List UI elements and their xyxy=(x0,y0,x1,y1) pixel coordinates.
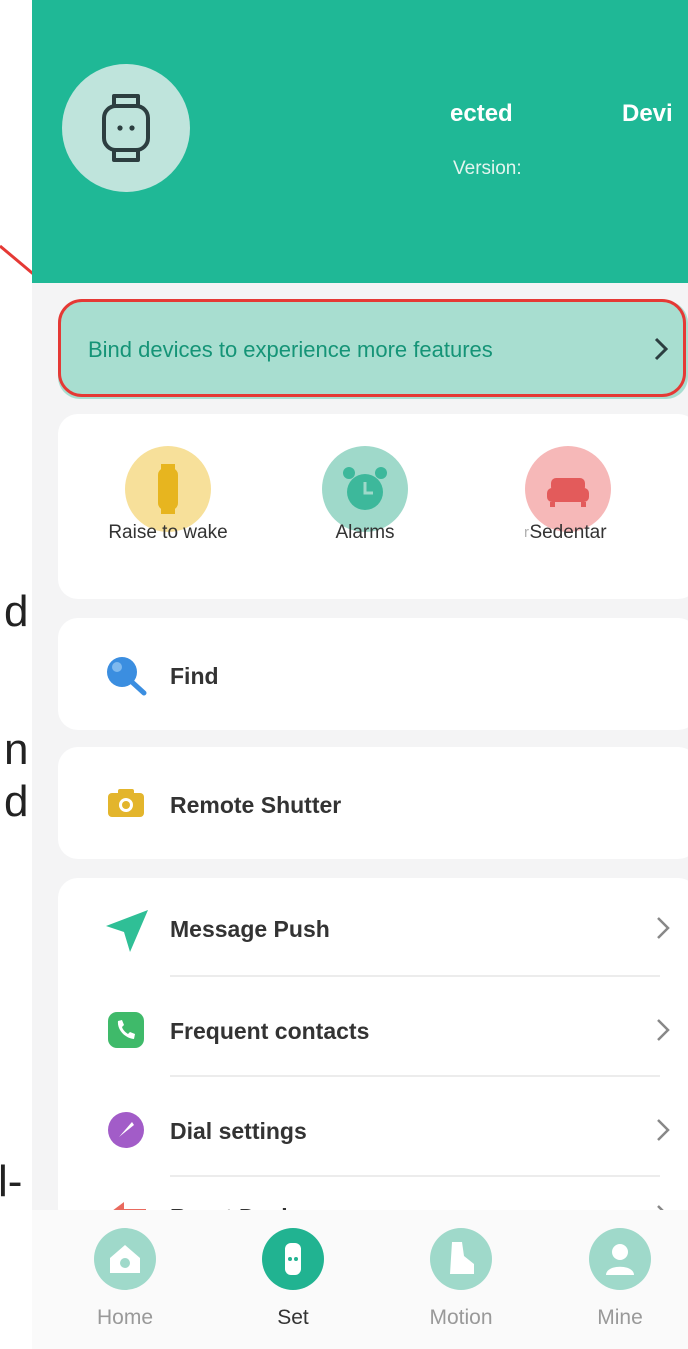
settings-list-card: Message Push Frequent contacts Dial sett… xyxy=(58,878,688,1230)
dial-settings-label: Dial settings xyxy=(170,1118,307,1144)
tab-mine[interactable]: Mine xyxy=(560,1228,680,1330)
divider xyxy=(170,975,660,977)
tab-motion[interactable]: Motion xyxy=(401,1228,521,1330)
device-name: Devi xyxy=(622,100,673,127)
tab-label: Home xyxy=(96,1306,154,1329)
divider xyxy=(170,1175,660,1177)
quick-action-label: Raise to wake xyxy=(108,522,228,543)
watch-avatar[interactable] xyxy=(62,64,190,192)
home-icon xyxy=(94,1228,156,1290)
frequent-contacts-label: Frequent contacts xyxy=(170,1018,370,1044)
chevron-right-icon xyxy=(657,1119,670,1141)
manual-text-fragment: n xyxy=(4,728,29,772)
quick-actions-card: Raise to wake Alarms r Sedentar xyxy=(58,414,688,599)
watch-icon xyxy=(262,1228,324,1290)
tab-label: Set xyxy=(277,1306,309,1329)
connection-status: ected xyxy=(450,100,513,127)
message-push-label: Message Push xyxy=(170,916,330,942)
annotation-highlight xyxy=(58,299,686,397)
version-label: Version: xyxy=(453,158,522,179)
list-item-frequent-contacts[interactable]: Frequent contacts xyxy=(58,978,688,1076)
chevron-right-icon xyxy=(657,917,670,939)
find-label: Find xyxy=(170,663,219,689)
bottom-tab-bar: Home Set Motion Mine xyxy=(32,1210,688,1349)
remote-shutter-label: Remote Shutter xyxy=(170,792,342,818)
user-icon xyxy=(589,1228,651,1290)
manual-text-fragment: l- xyxy=(0,1160,23,1204)
dial-icon xyxy=(108,1112,144,1148)
find-card[interactable]: Find xyxy=(58,618,688,730)
manual-text-fragment: d xyxy=(4,780,29,824)
device-header: ected Devi Version: xyxy=(32,0,688,283)
send-icon xyxy=(106,910,148,952)
search-icon xyxy=(107,657,147,696)
remote-shutter-card[interactable]: Remote Shutter xyxy=(58,747,688,859)
shoe-icon xyxy=(430,1228,492,1290)
tab-set[interactable]: Set xyxy=(233,1228,353,1330)
manual-text-fragment: d xyxy=(4,590,29,634)
tab-label: Mine xyxy=(597,1306,643,1329)
raise-to-wake-icon xyxy=(125,446,211,532)
alarm-clock-icon xyxy=(322,446,408,532)
sofa-icon xyxy=(525,446,611,532)
camera-icon xyxy=(108,789,144,817)
tab-label: Motion xyxy=(429,1306,493,1329)
divider xyxy=(170,1075,660,1077)
watch-icon xyxy=(102,94,150,162)
quick-action-label: Sedentar xyxy=(529,522,607,543)
quick-action-label: Alarms xyxy=(335,522,395,543)
chevron-right-icon xyxy=(657,1019,670,1041)
contacts-phone-icon xyxy=(108,1012,144,1048)
list-item-dial-settings[interactable]: Dial settings xyxy=(58,1078,688,1176)
tab-home[interactable]: Home xyxy=(65,1228,185,1330)
phone-screen: ected Devi Version: Bind devices to expe… xyxy=(32,0,688,1349)
list-item-message-push[interactable]: Message Push xyxy=(58,878,688,978)
